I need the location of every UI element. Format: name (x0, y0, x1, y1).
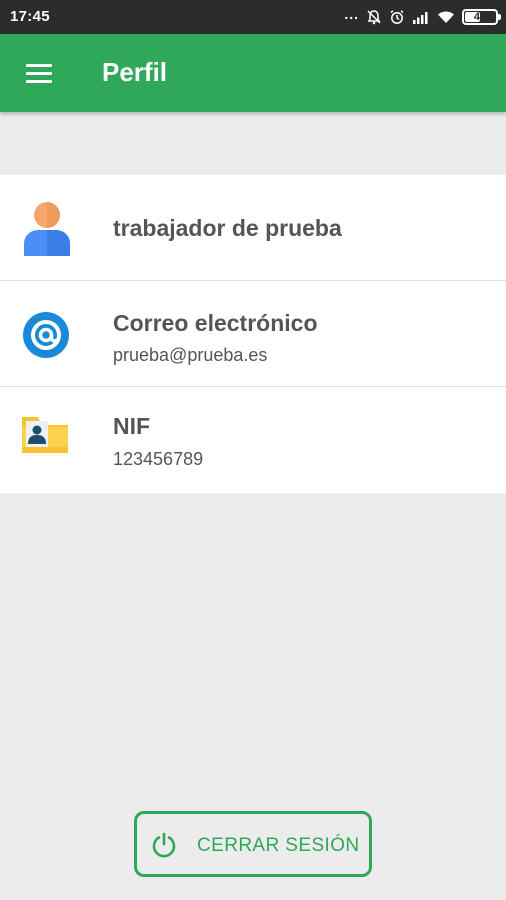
email-value: prueba@prueba.es (113, 345, 268, 365)
logout-button[interactable]: CERRAR SESIÓN (134, 811, 372, 877)
nif-value: 123456789 (113, 449, 204, 469)
logout-label: CERRAR SESIÓN (197, 835, 360, 856)
wifi-icon (438, 11, 454, 23)
status-time: 17:45 (10, 8, 50, 25)
mute-icon (367, 10, 381, 25)
hamburger-menu-icon[interactable] (18, 56, 62, 92)
signal-icon (413, 12, 428, 24)
email-label: Correo electrónico (113, 310, 318, 336)
more-dots-icon: ... (344, 6, 359, 22)
alarm-icon (390, 10, 404, 24)
id-folder-icon (22, 417, 68, 453)
profile-item-name: trabajador de prueba (0, 175, 506, 281)
nif-label: NIF (113, 413, 151, 439)
email-at-icon (23, 312, 69, 358)
status-bar: 17:45 ... 48 (0, 0, 506, 34)
user-avatar-icon (24, 202, 70, 256)
battery-icon: 48 (462, 9, 501, 25)
status-icons: ... 48 (344, 6, 501, 27)
battery-level: 48 (473, 11, 487, 23)
profile-list: trabajador de prueba Correo electrónico … (0, 175, 506, 493)
user-name: trabajador de prueba (113, 215, 342, 241)
page-title: Perfil (102, 57, 168, 87)
profile-item-email: Correo electrónico prueba@prueba.es (0, 281, 506, 387)
power-icon (152, 832, 176, 858)
profile-item-nif: NIF 123456789 (0, 387, 506, 493)
app-bar: Perfil (0, 34, 506, 112)
